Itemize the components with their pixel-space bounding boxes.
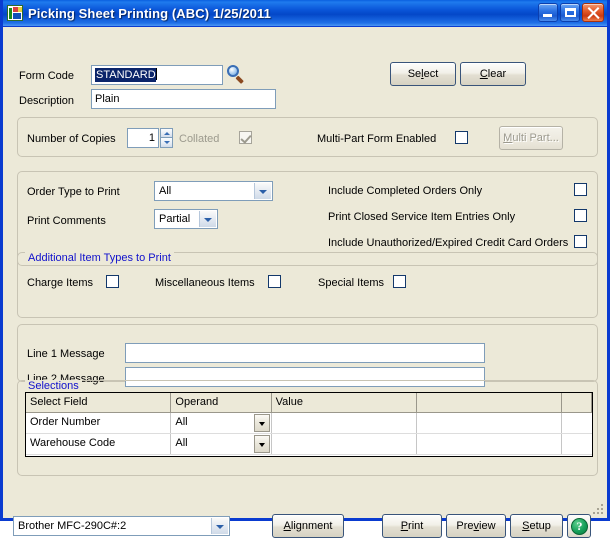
cell-operand[interactable]: All xyxy=(171,413,272,433)
special-items-checkbox[interactable] xyxy=(393,275,406,288)
window-title: Picking Sheet Printing (ABC) 1/25/2011 xyxy=(28,5,271,21)
special-items-label: Special Items xyxy=(318,277,385,289)
cell-select-field: Warehouse Code xyxy=(26,434,172,454)
multi-part-button: Multi Part... xyxy=(499,126,563,150)
grid-header-row: Select Field Operand Value xyxy=(26,393,592,413)
column-header-operand: Operand xyxy=(171,393,272,412)
mas-app-icon xyxy=(7,5,23,21)
miscellaneous-items-checkbox[interactable] xyxy=(268,275,281,288)
print-closed-service-items-checkbox[interactable] xyxy=(574,209,587,222)
column-header-value2 xyxy=(417,393,563,412)
include-completed-orders-label: Include Completed Orders Only xyxy=(328,185,483,197)
chevron-down-icon[interactable] xyxy=(253,414,270,432)
number-of-copies-input[interactable]: 1 xyxy=(127,128,159,148)
column-header-select-field: Select Field xyxy=(26,393,172,412)
cell-value[interactable] xyxy=(272,434,418,454)
cell-value[interactable] xyxy=(272,413,418,433)
window-controls xyxy=(538,3,604,22)
include-unauthorized-credit-card-checkbox[interactable] xyxy=(574,235,587,248)
multi-part-form-enabled-label: Multi-Part Form Enabled xyxy=(317,133,437,145)
maximize-button[interactable] xyxy=(560,3,580,22)
order-type-label: Order Type to Print xyxy=(27,186,120,198)
cell-extra xyxy=(562,434,592,454)
selections-legend: Selections xyxy=(25,380,82,392)
cell-select-field: Order Number xyxy=(26,413,172,433)
line1-message-input[interactable] xyxy=(125,343,485,363)
chevron-down-icon[interactable] xyxy=(253,435,270,453)
chevron-down-icon xyxy=(199,211,216,227)
preview-button[interactable]: Preview xyxy=(446,514,506,538)
include-completed-orders-checkbox[interactable] xyxy=(574,183,587,196)
print-comments-label: Print Comments xyxy=(27,215,106,227)
column-header-extra xyxy=(562,393,592,412)
collated-label: Collated xyxy=(179,133,220,145)
print-closed-service-items-label: Print Closed Service Item Entries Only xyxy=(328,211,516,223)
column-header-value: Value xyxy=(272,393,418,412)
select-button[interactable]: Select xyxy=(390,62,456,86)
description-input[interactable]: Plain xyxy=(91,89,276,109)
chevron-down-icon xyxy=(254,183,271,199)
table-row[interactable]: Order Number All xyxy=(26,413,592,434)
miscellaneous-items-label: Miscellaneous Items xyxy=(155,277,255,289)
title-bar[interactable]: Picking Sheet Printing (ABC) 1/25/2011 xyxy=(3,0,607,27)
order-type-select[interactable]: All xyxy=(154,181,273,201)
charge-items-label: Charge Items xyxy=(27,277,94,289)
description-label: Description xyxy=(19,95,75,107)
line1-message-label: Line 1 Message xyxy=(27,348,105,360)
cell-extra xyxy=(562,413,592,433)
application-window: Picking Sheet Printing (ABC) 1/25/2011 F… xyxy=(0,0,610,538)
printer-select[interactable]: Brother MFC-290C#:2 xyxy=(13,516,230,536)
magnifier-icon[interactable] xyxy=(227,65,245,84)
window-client-area: Form Code STANDARD Description Plain Sel… xyxy=(3,27,607,538)
selections-grid[interactable]: Select Field Operand Value Order Number … xyxy=(25,392,593,457)
minimize-button[interactable] xyxy=(538,3,558,22)
cell-value2[interactable] xyxy=(417,413,563,433)
order-type-value: All xyxy=(159,185,172,197)
alignment-button[interactable]: Alignment xyxy=(272,514,344,538)
multi-part-form-enabled-checkbox[interactable] xyxy=(455,131,468,144)
include-unauthorized-credit-card-label: Include Unauthorized/Expired Credit Card… xyxy=(328,237,569,249)
chevron-down-icon xyxy=(211,518,228,534)
setup-button[interactable]: Setup xyxy=(510,514,563,538)
cell-operand-value: All xyxy=(175,416,188,428)
cell-operand-value: All xyxy=(175,437,188,449)
print-comments-select[interactable]: Partial xyxy=(154,209,218,229)
resize-grip[interactable] xyxy=(593,504,605,516)
number-of-copies-stepper[interactable] xyxy=(160,128,173,148)
cell-value2[interactable] xyxy=(417,434,563,454)
cell-operand[interactable]: All xyxy=(171,434,272,454)
charge-items-checkbox[interactable] xyxy=(106,275,119,288)
clear-button[interactable]: Clear xyxy=(460,62,526,86)
number-of-copies-label: Number of Copies xyxy=(27,133,116,145)
print-comments-value: Partial xyxy=(159,213,191,225)
help-button[interactable]: ? xyxy=(567,514,591,538)
additional-item-types-legend: Additional Item Types to Print xyxy=(25,252,174,264)
print-button[interactable]: Print xyxy=(382,514,442,538)
close-button[interactable] xyxy=(582,3,604,22)
form-code-value: STANDARD xyxy=(95,68,156,82)
printer-value: Brother MFC-290C#:2 xyxy=(18,520,127,532)
form-code-label: Form Code xyxy=(19,70,75,82)
table-row[interactable]: Warehouse Code All xyxy=(26,434,592,455)
form-code-input[interactable]: STANDARD xyxy=(91,65,223,85)
collated-checkbox xyxy=(239,131,252,144)
